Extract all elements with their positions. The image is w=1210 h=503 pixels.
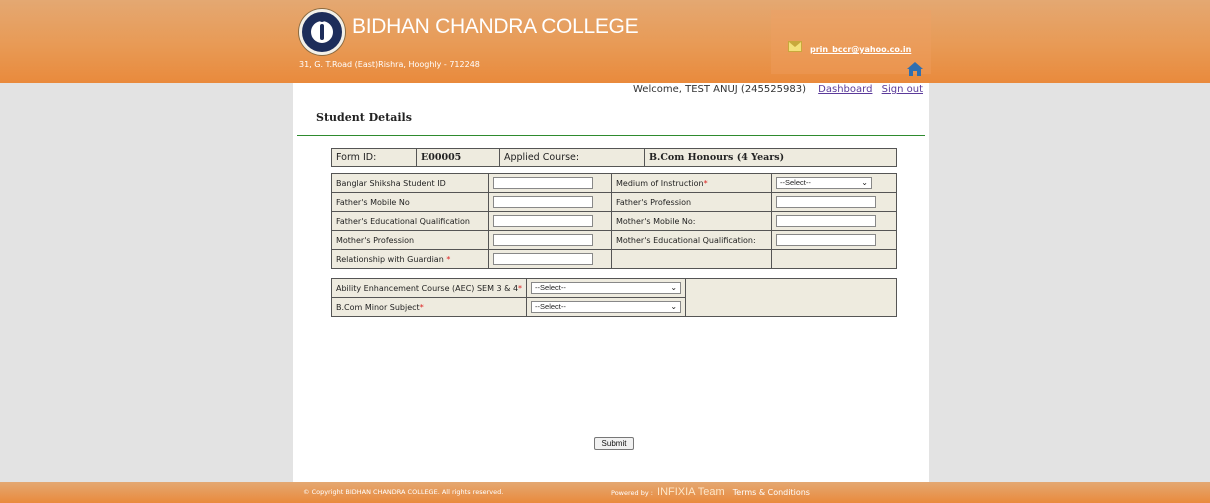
signout-link[interactable]: Sign out [882,84,923,95]
banglar-shiksha-input[interactable] [493,177,593,189]
mother-edu-input[interactable] [776,234,876,246]
terms-link[interactable]: Terms & Conditions [733,488,810,497]
minor-select[interactable]: --Select-- ⌄ [531,301,682,313]
college-logo [299,9,345,55]
guardian-label: Relationship with Guardian * [331,249,489,269]
main-content: Welcome, TEST ANUJ (245525983) Dashboard… [293,83,929,482]
father-edu-input[interactable] [493,215,593,227]
father-edu-label: Father's Educational Qualification [331,211,489,231]
chevron-down-icon: ⌄ [670,302,678,311]
father-profession-input[interactable] [776,196,876,208]
student-details-table: Banglar Shiksha Student ID Medium of Ins… [331,173,897,269]
copyright-text: © Copyright BIDHAN CHANDRA COLLEGE. All … [303,488,504,496]
mother-mobile-label: Mother's Mobile No: [611,211,772,231]
mother-mobile-input[interactable] [776,215,876,227]
aec-select[interactable]: --Select-- ⌄ [531,282,682,294]
chevron-down-icon: ⌄ [861,178,868,187]
college-address: 31, G. T.Road (East)Rishra, Hooghly - 71… [299,60,480,69]
medium-label: Medium of Instruction* [611,173,772,193]
envelope-icon [788,41,802,52]
chevron-down-icon: ⌄ [670,283,678,292]
powered-by: Powered by : INFIXIA Team Terms & Condit… [611,486,810,498]
user-bar: Welcome, TEST ANUJ (245525983) Dashboard… [633,84,923,95]
site-footer: © Copyright BIDHAN CHANDRA COLLEGE. All … [0,482,1210,503]
page-title: Student Details [316,111,412,124]
site-header: BIDHAN CHANDRA COLLEGE 31, G. T.Road (Ea… [0,0,1210,83]
mother-profession-label: Mother's Profession [331,230,489,250]
aec-label: Ability Enhancement Course (AEC) SEM 3 &… [330,278,528,298]
application-summary: Form ID: E00005 Applied Course: B.Com Ho… [331,148,897,167]
form-id-label: Form ID: [331,148,417,167]
banglar-shiksha-label: Banglar Shiksha Student ID [331,173,489,193]
father-profession-label: Father's Profession [611,192,772,212]
course-value: B.Com Honours (4 Years) [644,148,897,167]
father-mobile-input[interactable] [493,196,593,208]
divider [297,135,925,136]
guardian-input[interactable] [493,253,593,265]
course-selection-table: Ability Enhancement Course (AEC) SEM 3 &… [330,278,897,317]
father-mobile-label: Father's Mobile No [331,192,489,212]
mother-edu-label: Mother's Educational Qualification: [611,230,772,250]
form-id-value: E00005 [416,148,500,167]
home-icon[interactable] [906,61,924,77]
mother-profession-input[interactable] [493,234,593,246]
college-name: BIDHAN CHANDRA COLLEGE [352,15,639,38]
brand-link[interactable]: INFIXIA Team [657,486,725,498]
email-link[interactable]: prin_bccr@yahoo.co.in [810,45,911,54]
dashboard-link[interactable]: Dashboard [818,84,872,95]
submit-button[interactable]: Submit [594,437,634,450]
medium-select[interactable]: --Select-- ⌄ [776,177,872,189]
welcome-text: Welcome, TEST ANUJ (245525983) [632,84,806,95]
minor-label: B.Com Minor Subject* [330,297,528,317]
course-label: Applied Course: [499,148,645,167]
